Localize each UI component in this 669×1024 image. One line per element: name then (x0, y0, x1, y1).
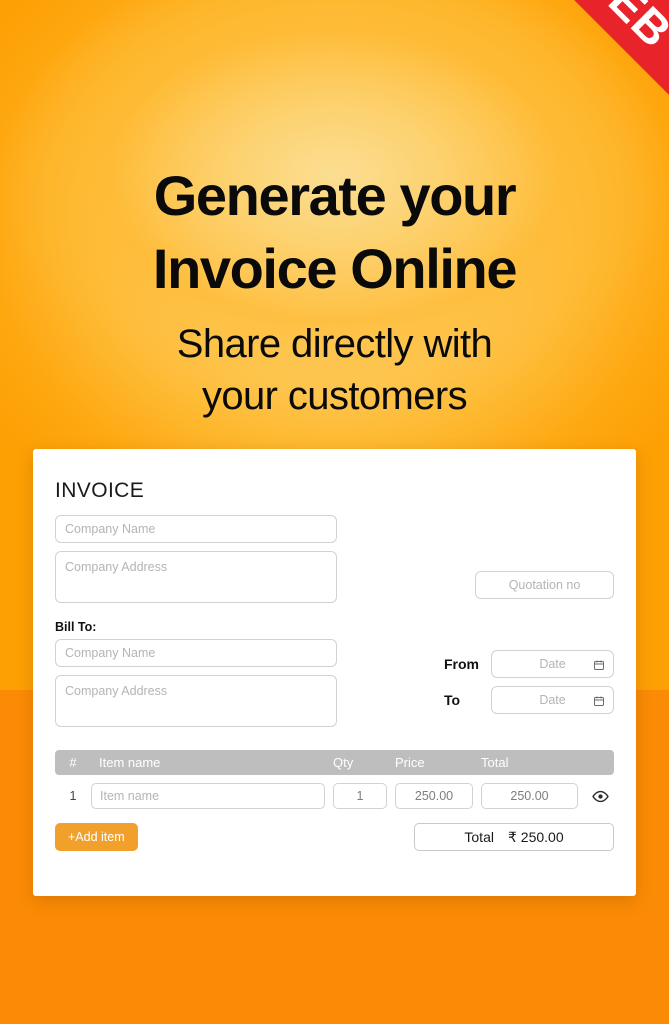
headline: Generate your Invoice Online (0, 160, 669, 306)
column-header-price: Price (395, 755, 425, 770)
headline-line-2: Invoice Online (152, 236, 518, 300)
column-header-index: # (69, 755, 77, 770)
row-item-name-cell (91, 783, 333, 809)
quotation-no-input[interactable] (475, 571, 614, 599)
from-date-placeholder: Date (539, 657, 566, 671)
item-name-input[interactable] (91, 783, 325, 809)
subheadline-line-1: Share directly with (176, 321, 493, 366)
from-date-input[interactable]: Date (491, 650, 614, 678)
row-actions-cell (586, 788, 614, 805)
row-total-cell (481, 783, 586, 809)
to-label: To (444, 692, 461, 708)
bill-to-label: Bill To: (55, 620, 97, 634)
currency-symbol: ₹ (507, 828, 517, 845)
bill-to-company-name-input[interactable] (55, 639, 337, 667)
calendar-icon (593, 658, 605, 670)
headline-line-1: Generate your (153, 164, 517, 227)
item-qty-input[interactable] (333, 783, 387, 809)
date-range-block: From Date To Date (444, 650, 614, 714)
table-row: 1 (55, 779, 614, 813)
row-price-cell (395, 783, 481, 809)
amount-value: 250.00 (520, 828, 564, 845)
to-date-input[interactable]: Date (491, 686, 614, 714)
item-price-input[interactable] (395, 783, 473, 809)
column-header-qty: Qty (333, 755, 354, 770)
grand-total-box: Total ₹ 250.00 (414, 823, 614, 851)
column-header-total: Total (481, 755, 509, 770)
from-label: From (444, 656, 479, 672)
calendar-icon (593, 694, 605, 706)
promo-banner: WEB Generate your Invoice Online Share d… (0, 0, 669, 1024)
subheadline-line-2: your customers (201, 373, 468, 418)
grand-total-amount: ₹ 250.00 (508, 829, 564, 846)
to-date-row: To Date (444, 686, 614, 714)
billto-and-dates-row: Bill To: From Date (55, 620, 614, 732)
from-date-row: From Date (444, 650, 614, 678)
bill-to-company-address-input[interactable] (55, 675, 337, 727)
table-footer: +Add item Total ₹ 250.00 (55, 823, 614, 851)
page-title: INVOICE (55, 479, 145, 502)
web-corner-ribbon: WEB (486, 0, 669, 139)
add-item-button[interactable]: +Add item (55, 823, 138, 851)
bill-to-column: Bill To: (55, 620, 337, 732)
quotation-field-wrap (444, 571, 614, 599)
ribbon-label: WEB (568, 0, 669, 57)
eye-icon[interactable] (591, 788, 609, 805)
seller-and-quotation-row (55, 515, 614, 608)
items-table: # Item name Qty Price Total 1 (55, 750, 614, 813)
row-index: 1 (69, 789, 77, 803)
subheadline: Share directly with your customers (0, 318, 669, 422)
column-header-item-name: Item name (99, 755, 161, 770)
seller-company-address-input[interactable] (55, 551, 337, 603)
grand-total-label: Total (464, 829, 494, 845)
seller-company-name-input[interactable] (55, 515, 337, 543)
invoice-card: INVOICE Bill To: (33, 449, 636, 896)
table-header-row: # Item name Qty Price Total (55, 750, 614, 775)
to-date-placeholder: Date (539, 693, 566, 707)
quotation-column (444, 515, 614, 599)
row-qty-cell (333, 783, 395, 809)
hero-text-block: Generate your Invoice Online Share direc… (0, 160, 669, 422)
seller-details-column (55, 515, 337, 608)
dates-column: From Date To Date (444, 620, 614, 722)
item-total-input (481, 783, 578, 809)
